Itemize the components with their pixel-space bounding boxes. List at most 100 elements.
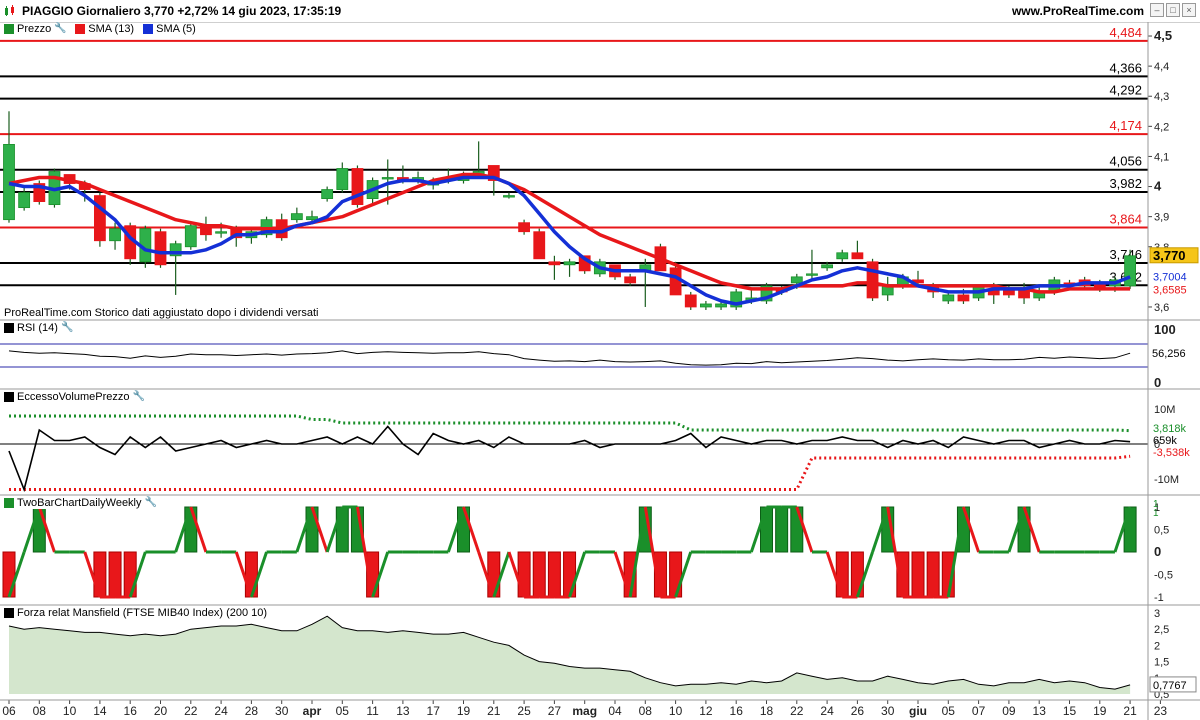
sma5-swatch-icon bbox=[143, 24, 154, 34]
twobar-swatch-icon bbox=[4, 498, 14, 508]
y-tick-label: 3 bbox=[1154, 608, 1160, 620]
twobar-bar bbox=[335, 506, 349, 553]
x-tick-label: 17 bbox=[427, 704, 441, 718]
sma13-swatch-icon bbox=[75, 24, 86, 34]
wrench-icon[interactable]: 🔧 bbox=[61, 322, 73, 334]
twobar-bar bbox=[32, 506, 46, 553]
candle-body bbox=[336, 168, 349, 190]
y-tick-label: 4,1 bbox=[1154, 151, 1169, 163]
candle-body bbox=[851, 252, 864, 260]
y-tick-label: -1 bbox=[1154, 592, 1164, 604]
twobar-bar bbox=[123, 551, 137, 598]
x-tick-label: 20 bbox=[154, 704, 168, 718]
y-tick-label: 4,5 bbox=[1154, 28, 1172, 43]
twobar-bar bbox=[487, 551, 501, 598]
y-tick-label: 4,2 bbox=[1154, 121, 1169, 133]
mansfield-swatch-icon bbox=[4, 608, 14, 618]
evp-panel: 10M0-10M3,818k659k-3,538k bbox=[0, 404, 1190, 493]
candle-body bbox=[806, 273, 818, 276]
x-tick-label: 08 bbox=[33, 704, 47, 718]
level-label: 3,864 bbox=[1109, 211, 1142, 226]
twobar-bar bbox=[669, 551, 683, 598]
x-tick-label: 25 bbox=[517, 704, 531, 718]
x-tick-label: 07 bbox=[972, 704, 986, 718]
x-tick-label: 04 bbox=[608, 704, 622, 718]
twobar-bar bbox=[517, 551, 531, 598]
y-tick-label: 10M bbox=[1154, 404, 1175, 416]
x-tick-label: 30 bbox=[881, 704, 895, 718]
x-tick-label: 26 bbox=[851, 704, 865, 718]
price-swatch-icon bbox=[4, 24, 14, 34]
twobar-value-tag: 1 bbox=[1153, 508, 1159, 519]
x-tick-label: 10 bbox=[63, 704, 77, 718]
twobar-bar bbox=[305, 506, 319, 553]
value-tag: 3,770 bbox=[1153, 248, 1186, 263]
candle-body bbox=[1124, 255, 1136, 287]
evp-value-tag: 3,818k bbox=[1153, 423, 1187, 435]
level-label: 4,174 bbox=[1109, 118, 1142, 133]
candle-body bbox=[684, 294, 697, 308]
twobar-bar bbox=[1123, 506, 1137, 553]
mansfield-legend-label: Forza relat Mansfield (FTSE MIB40 Index)… bbox=[17, 607, 268, 619]
x-tick-label: 06 bbox=[2, 704, 16, 718]
twobar-bar bbox=[760, 506, 773, 553]
close-button[interactable]: × bbox=[1182, 3, 1196, 17]
twobar-bar bbox=[563, 551, 577, 598]
candle-body bbox=[548, 261, 561, 266]
level-label: 4,056 bbox=[1109, 154, 1142, 169]
twobar-bar bbox=[532, 551, 546, 598]
y-tick-label: 4,4 bbox=[1154, 61, 1169, 73]
rsi-legend-label: RSI (14) bbox=[17, 322, 58, 334]
y-tick-label: 0,5 bbox=[1154, 525, 1169, 537]
x-tick-label: 15 bbox=[1063, 704, 1077, 718]
twobar-legend: TwoBarChartDailyWeekly 🔧 bbox=[2, 497, 159, 509]
candle-body bbox=[563, 261, 576, 266]
twobar-bar bbox=[790, 506, 804, 553]
x-tick-label: giu bbox=[909, 704, 927, 718]
wrench-icon[interactable]: 🔧 bbox=[54, 23, 66, 35]
level-label: 3,982 bbox=[1109, 176, 1142, 191]
candle-body bbox=[290, 213, 303, 221]
site-link[interactable]: www.ProRealTime.com bbox=[1012, 4, 1144, 18]
twobar-panel: 10,50-0,5-111 bbox=[2, 499, 1173, 604]
maximize-button[interactable]: □ bbox=[1166, 3, 1180, 17]
x-axis: 06 08 10 14 16 20 22 24 28 30 apr 05 11 13 17 19 21 25 27 m… bbox=[2, 700, 1167, 718]
evp-upper-band bbox=[9, 414, 1131, 433]
candle-body bbox=[533, 231, 546, 260]
evp-swatch-icon bbox=[4, 392, 14, 402]
candle-body bbox=[184, 225, 197, 248]
x-tick-label: 27 bbox=[548, 704, 562, 718]
twobar-bar bbox=[850, 551, 864, 598]
x-tick-label: mag bbox=[572, 704, 597, 718]
wrench-icon[interactable]: 🔧 bbox=[133, 391, 145, 403]
price-footnote: ProRealTime.com Storico dati aggiustato … bbox=[2, 307, 321, 319]
y-tick-label: 3,9 bbox=[1154, 212, 1169, 224]
x-tick-label: 22 bbox=[790, 704, 804, 718]
y-tick-label: 2 bbox=[1154, 640, 1160, 652]
candle-body bbox=[306, 216, 318, 221]
candle-body bbox=[957, 294, 970, 302]
mansfield-panel: 32,521,510,50,7767 bbox=[8, 608, 1197, 701]
y-tick-label: -0,5 bbox=[1154, 570, 1173, 582]
x-tick-label: 22 bbox=[184, 704, 198, 718]
x-tick-label: apr bbox=[303, 704, 322, 718]
mansfield-legend: Forza relat Mansfield (FTSE MIB40 Index)… bbox=[2, 607, 270, 619]
x-tick-label: 28 bbox=[245, 704, 259, 718]
y-tick-label: -10M bbox=[1154, 474, 1179, 486]
candle-body bbox=[715, 303, 727, 308]
candle-body bbox=[381, 177, 394, 180]
x-tick-label: 11 bbox=[366, 704, 379, 718]
candle-body bbox=[154, 231, 167, 266]
x-tick-label: 21 bbox=[1123, 704, 1137, 718]
candle-body bbox=[503, 195, 515, 198]
twobar-bar bbox=[1017, 506, 1031, 553]
minimize-button[interactable]: – bbox=[1150, 3, 1164, 17]
mansfield-area bbox=[9, 616, 1131, 694]
rsi-swatch-icon bbox=[4, 323, 14, 333]
twobar-bar bbox=[2, 551, 16, 598]
y-tick-label: 3,6 bbox=[1154, 302, 1169, 314]
wrench-icon[interactable]: 🔧 bbox=[145, 497, 157, 509]
x-tick-label: 05 bbox=[942, 704, 956, 718]
twobar-bar bbox=[835, 551, 849, 598]
y-tick-label: 100 bbox=[1154, 322, 1176, 337]
